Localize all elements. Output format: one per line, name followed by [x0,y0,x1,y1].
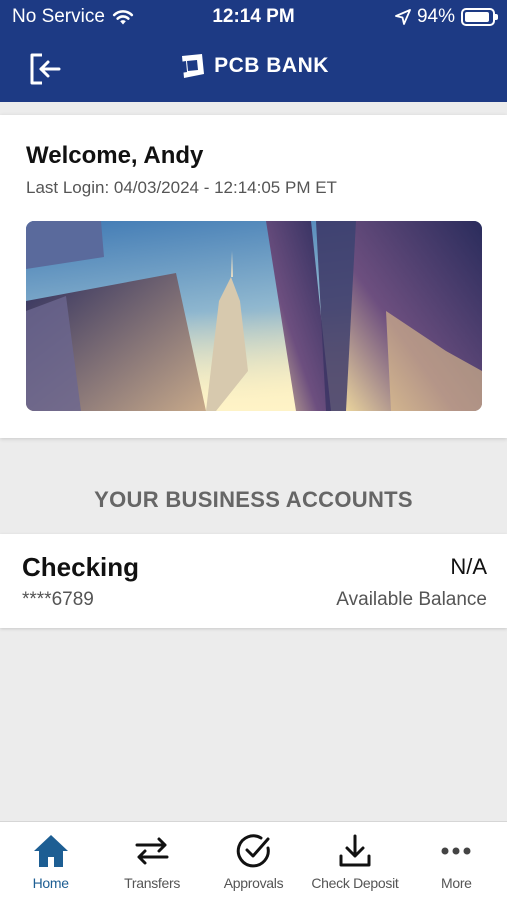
skyline-image [26,221,482,411]
bank-logo-icon [180,54,205,78]
home-icon [33,835,68,867]
battery-fill [465,12,490,22]
last-login-text: Last Login: 04/03/2024 - 12:14:05 PM ET [26,178,337,197]
status-right: 94% [395,6,498,28]
tab-home[interactable]: Home [0,822,101,900]
tab-label: Transfers [124,875,181,891]
tab-check-deposit[interactable]: Check Deposit [304,822,405,900]
download-tray-icon [339,834,371,867]
brand-name: PCB BANK [214,54,329,77]
tab-label: Approvals [223,875,284,891]
tab-label: Home [32,875,69,891]
account-balance-label: Available Balance [336,589,487,610]
brand: PCB BANK [0,52,507,80]
account-name: Checking [22,552,140,582]
app-header: No Service 12:14 PM 94% PCB BANK [0,0,507,102]
nav-row: PCB BANK [0,38,507,98]
location-arrow-icon [395,9,411,25]
tab-transfers[interactable]: Transfers [101,822,202,900]
tab-approvals[interactable]: Approvals [203,822,304,900]
transfer-arrows-icon [135,837,169,865]
tab-label: Check Deposit [311,875,399,891]
bottom-tab-bar: Home Transfers Approvals Check Deposit M… [0,821,507,900]
tab-more[interactable]: More [406,822,507,900]
tab-label: More [440,875,472,891]
check-circle-icon [236,834,270,868]
accounts-heading: YOUR BUSINESS ACCOUNTS [94,487,413,512]
account-number: ****6789 [22,589,94,610]
status-bar: No Service 12:14 PM 94% [0,0,507,34]
hero-image [26,221,482,411]
battery-percent: 94% [416,6,455,27]
more-dots-icon [441,847,471,855]
account-balance: N/A [450,554,487,579]
welcome-title: Welcome, Andy [26,142,204,169]
account-row-checking[interactable]: Checking ****6789 N/A Available Balance [0,534,507,628]
battery-icon [461,8,498,26]
welcome-card: Welcome, Andy Last Login: 04/03/2024 - 1… [0,115,507,438]
